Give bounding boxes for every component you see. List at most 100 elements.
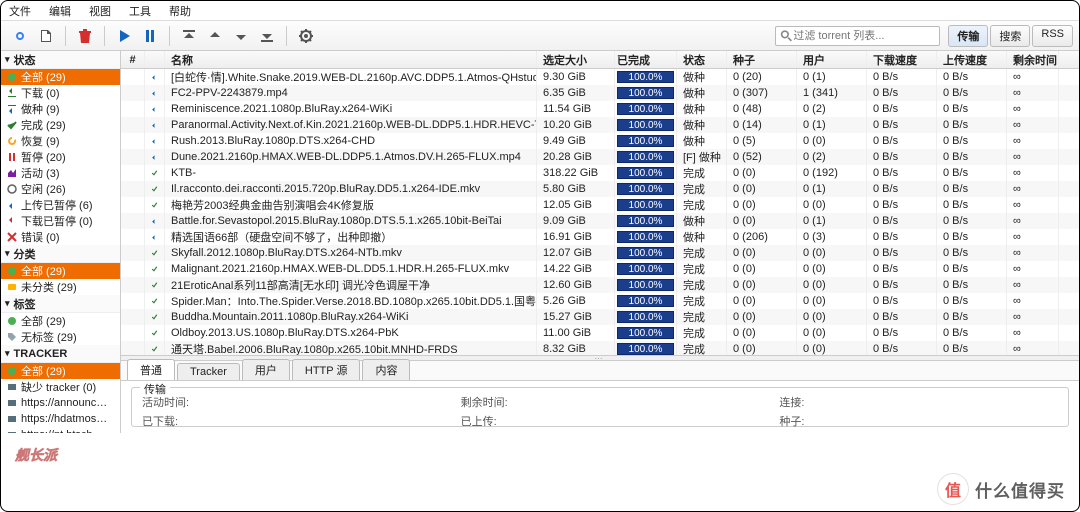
menu-edit[interactable]: 编辑 — [49, 3, 71, 19]
row-dlspeed: 0 B/s — [867, 309, 937, 325]
row-name: Spider.Man：Into.The.Spider.Verse.2018.BD… — [165, 293, 537, 309]
sidebar-item[interactable]: 上传已暂停 (6) — [1, 197, 120, 213]
sidebar-item[interactable]: 全部 (29) — [1, 69, 120, 85]
col-done[interactable]: 已完成 — [615, 51, 677, 68]
sidebar-section-header[interactable]: TRACKER — [1, 345, 120, 363]
col-dlspeed[interactable]: 下载速度 — [867, 51, 937, 68]
row-name: Paranormal.Activity.Next.of.Kin.2021.216… — [165, 117, 537, 133]
sidebar-item[interactable]: 做种 (9) — [1, 101, 120, 117]
tab-rss[interactable]: RSS — [1032, 25, 1073, 47]
add-file-button[interactable] — [35, 25, 57, 47]
table-row[interactable]: Reminiscence.2021.1080p.BluRay.x264-WiKi… — [121, 101, 1079, 117]
sidebar-section-header[interactable]: 标签 — [1, 295, 120, 313]
dtab-peers[interactable]: 用户 — [242, 359, 290, 380]
row-peers: 0 (0) — [797, 197, 867, 213]
watermark: 值 什么值得买 — [937, 473, 1065, 505]
tab-transfers[interactable]: 传输 — [948, 25, 988, 47]
search-input[interactable] — [793, 30, 935, 42]
sidebar-item[interactable]: 全部 (29) — [1, 263, 120, 279]
sidebar-item[interactable]: 恢复 (9) — [1, 133, 120, 149]
dtab-content[interactable]: 内容 — [362, 359, 410, 380]
col-state[interactable] — [145, 51, 165, 68]
row-seeds: 0 (0) — [727, 197, 797, 213]
torrent-list[interactable]: [白蛇传·情].White.Snake.2019.WEB-DL.2160p.AV… — [121, 69, 1079, 355]
move-down-button[interactable] — [230, 25, 252, 47]
table-row[interactable]: FC2-PPV-2243879.mp46.35 GiB100.0%做种0 (30… — [121, 85, 1079, 101]
sidebar-item[interactable]: 未分类 (29) — [1, 279, 120, 295]
col-seeds[interactable]: 种子 — [727, 51, 797, 68]
table-row[interactable]: Il.racconto.dei.racconti.2015.720p.BluRa… — [121, 181, 1079, 197]
sidebar-item[interactable]: 全部 (29) — [1, 363, 120, 379]
menu-file[interactable]: 文件 — [9, 3, 31, 19]
row-size: 11.00 GiB — [537, 325, 615, 341]
dtab-general[interactable]: 普通 — [127, 359, 175, 380]
menu-tools[interactable]: 工具 — [129, 3, 151, 19]
move-top-button[interactable] — [178, 25, 200, 47]
row-peers: 0 (1) — [797, 213, 867, 229]
menu-help[interactable]: 帮助 — [169, 3, 191, 19]
table-row[interactable]: Skyfall.2012.1080p.BluRay.DTS.x264-NTb.m… — [121, 245, 1079, 261]
start-button[interactable] — [113, 25, 135, 47]
remove-button[interactable] — [74, 25, 96, 47]
lbl-uploaded: 已上传: — [461, 413, 521, 429]
sidebar-item[interactable]: 空闲 (26) — [1, 181, 120, 197]
move-up-button[interactable] — [204, 25, 226, 47]
dtab-http[interactable]: HTTP 源 — [292, 359, 361, 380]
row-name: Il.racconto.dei.racconti.2015.720p.BluRa… — [165, 181, 537, 197]
sidebar-item[interactable]: 下载已暂停 (0) — [1, 213, 120, 229]
row-seeds: 0 (0) — [727, 277, 797, 293]
dtab-tracker[interactable]: Tracker — [177, 363, 240, 380]
row-size: 9.49 GiB — [537, 133, 615, 149]
tab-search[interactable]: 搜索 — [990, 25, 1030, 47]
table-row[interactable]: Oldboy.2013.US.1080p.BluRay.DTS.x264-PbK… — [121, 325, 1079, 341]
menu-view[interactable]: 视图 — [89, 3, 111, 19]
table-row[interactable]: 精选国语66部（硬盘空间不够了，出种即撤）16.91 GiB100.0%做种0 … — [121, 229, 1079, 245]
table-row[interactable]: [白蛇传·情].White.Snake.2019.WEB-DL.2160p.AV… — [121, 69, 1079, 85]
settings-button[interactable] — [295, 25, 317, 47]
row-dlspeed: 0 B/s — [867, 197, 937, 213]
sidebar-item[interactable]: 下载 (0) — [1, 85, 120, 101]
table-row[interactable]: KTB-318.22 GiB100.0%完成0 (0)0 (192)0 B/s0… — [121, 165, 1079, 181]
table-row[interactable]: 21EroticAnal系列11部高清[无水印] 调光冷色调屋干净12.60 G… — [121, 277, 1079, 293]
sidebar-item[interactable]: 活动 (3) — [1, 165, 120, 181]
sidebar-section-header[interactable]: 分类 — [1, 245, 120, 263]
sidebar[interactable]: 状态全部 (29)下载 (0)做种 (9)完成 (29)恢复 (9)暂停 (20… — [1, 51, 121, 433]
col-size[interactable]: 选定大小 — [537, 51, 615, 68]
sidebar-item-icon — [7, 136, 17, 146]
sidebar-item[interactable]: 错误 (0) — [1, 229, 120, 245]
sidebar-item[interactable]: 缺少 tracker (0) — [1, 379, 120, 395]
add-link-button[interactable] — [9, 25, 31, 47]
row-size: 20.28 GiB — [537, 149, 615, 165]
table-row[interactable]: Paranormal.Activity.Next.of.Kin.2021.216… — [121, 117, 1079, 133]
table-row[interactable]: Buddha.Mountain.2011.1080p.BluRay.x264-W… — [121, 309, 1079, 325]
sidebar-item[interactable]: 暂停 (20) — [1, 149, 120, 165]
move-bottom-button[interactable] — [256, 25, 278, 47]
col-peers[interactable]: 用户 — [797, 51, 867, 68]
col-status[interactable]: 状态 — [677, 51, 727, 68]
col-name[interactable]: 名称 — [165, 51, 537, 68]
col-ulspeed[interactable]: 上传速度 — [937, 51, 1007, 68]
row-name: 精选国语66部（硬盘空间不够了，出种即撤） — [165, 229, 537, 245]
sidebar-item[interactable]: 无标签 (29) — [1, 329, 120, 345]
table-row[interactable]: 梅艳芳2003经典金曲告别演唱会4K修复版12.05 GiB100.0%完成0 … — [121, 197, 1079, 213]
sidebar-item[interactable]: https://announc… — [1, 395, 120, 411]
pause-button[interactable] — [139, 25, 161, 47]
row-dlspeed: 0 B/s — [867, 117, 937, 133]
sidebar-item[interactable]: https://hdatmos… — [1, 411, 120, 427]
table-row[interactable]: Battle.for.Sevastopol.2015.BluRay.1080p.… — [121, 213, 1079, 229]
table-row[interactable]: Spider.Man：Into.The.Spider.Verse.2018.BD… — [121, 293, 1079, 309]
row-status: 完成 — [677, 341, 727, 355]
sidebar-item[interactable]: 全部 (29) — [1, 313, 120, 329]
search-box[interactable] — [775, 26, 940, 46]
row-dlspeed: 0 B/s — [867, 213, 937, 229]
row-ulspeed: 0 B/s — [937, 69, 1007, 85]
table-row[interactable]: Dune.2021.2160p.HMAX.WEB-DL.DDP5.1.Atmos… — [121, 149, 1079, 165]
table-row[interactable]: Rush.2013.BluRay.1080p.DTS.x264-CHD9.49 … — [121, 133, 1079, 149]
sidebar-item[interactable]: https://pt.btsch… — [1, 427, 120, 433]
col-number[interactable]: # — [121, 51, 145, 68]
row-seeds: 0 (48) — [727, 101, 797, 117]
col-eta[interactable]: 剩余时间 — [1007, 51, 1059, 68]
table-row[interactable]: Malignant.2021.2160p.HMAX.WEB-DL.DD5.1.H… — [121, 261, 1079, 277]
sidebar-item[interactable]: 完成 (29) — [1, 117, 120, 133]
sidebar-section-header[interactable]: 状态 — [1, 51, 120, 69]
